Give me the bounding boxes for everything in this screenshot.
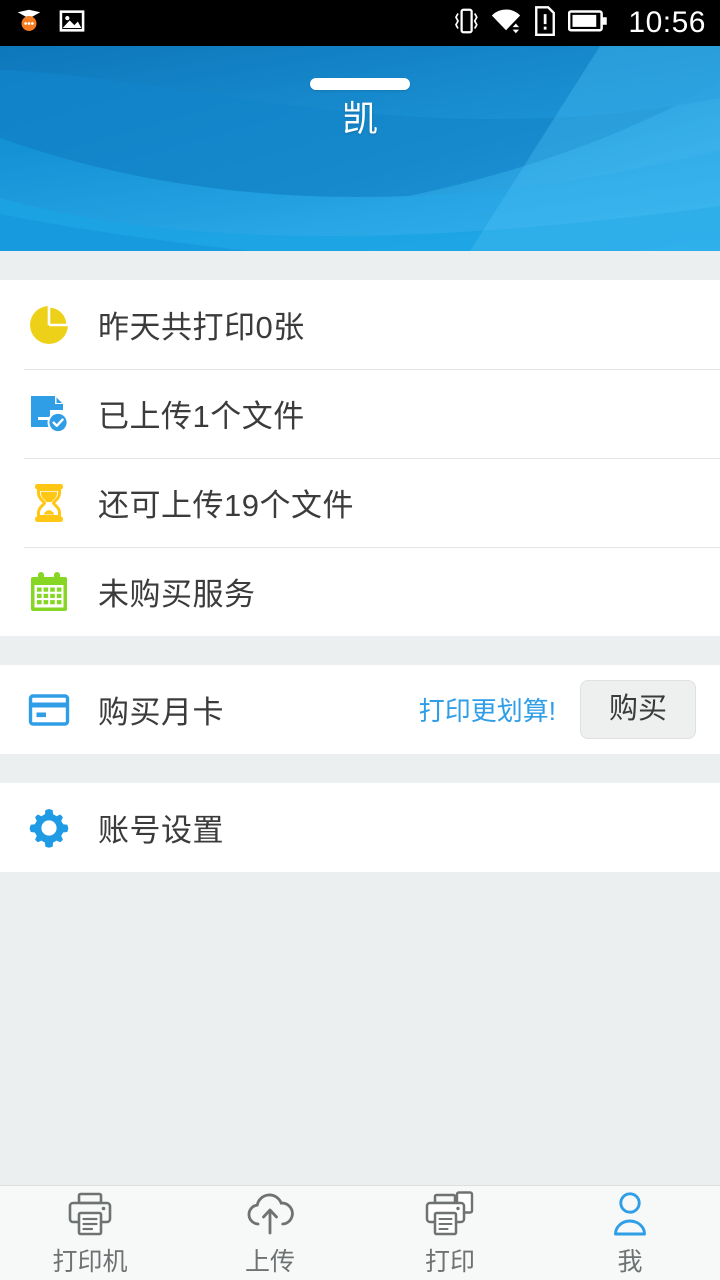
promo-text: 打印更划算! (418, 696, 556, 726)
stat-label: 还可上传19个文件 (98, 488, 354, 523)
hourglass-icon (24, 478, 74, 528)
purchase-label: 购买月卡 (98, 695, 224, 730)
section-gap-top (0, 251, 720, 280)
gear-icon (24, 803, 74, 853)
settings-section: 账号设置 (0, 783, 720, 872)
tab-printer[interactable]: 打印机 (0, 1186, 180, 1280)
vibrate-icon (453, 6, 479, 41)
status-bar-right-icons: 10:56 (453, 5, 706, 41)
sim-alert-icon (533, 5, 557, 41)
bottom-tab-bar: 打印机 上传 打印 我 (0, 1185, 720, 1280)
battery-icon (568, 9, 608, 38)
stat-label: 昨天共打印0张 (98, 310, 305, 345)
calendar-icon (24, 567, 74, 617)
tab-upload[interactable]: 上传 (180, 1186, 360, 1280)
pie-chart-icon (24, 300, 74, 350)
stat-row-service-status[interactable]: 未购买服务 (0, 547, 720, 636)
settings-label: 账号设置 (98, 813, 224, 848)
cloud-upload-icon (243, 1189, 297, 1237)
tab-label: 我 (617, 1247, 643, 1276)
tab-me[interactable]: 我 (540, 1186, 720, 1280)
status-bar: 10:56 (0, 0, 720, 46)
status-bar-clock: 10:56 (628, 6, 706, 39)
wifi-icon (490, 7, 522, 40)
section-gap-purchase (0, 636, 720, 665)
credit-card-icon (24, 685, 74, 735)
page-title: 凯 (341, 98, 378, 139)
tab-label: 上传 (244, 1247, 295, 1276)
account-settings-row[interactable]: 账号设置 (0, 783, 720, 872)
stat-row-uploaded-files[interactable]: 已上传1个文件 (0, 369, 720, 458)
document-check-icon (24, 389, 74, 439)
person-icon (607, 1189, 653, 1237)
print-document-icon (423, 1189, 477, 1237)
tab-label: 打印 (424, 1247, 475, 1276)
stat-label: 已上传1个文件 (98, 399, 305, 434)
empty-area (0, 872, 720, 1185)
printer-icon (65, 1189, 115, 1237)
buy-button[interactable]: 购买 (579, 680, 696, 739)
section-gap-settings (0, 754, 720, 783)
stat-label: 未购买服务 (98, 577, 256, 612)
stats-section: 昨天共打印0张 已上传1个文件 还可上传19个文件 未购买服务 (0, 280, 720, 636)
purchase-section: 购买月卡 打印更划算! 购买 (0, 665, 720, 754)
tab-print[interactable]: 打印 (360, 1186, 540, 1280)
image-icon (58, 7, 86, 40)
name-placeholder-bar (310, 78, 410, 90)
app-screen: 10:56 凯 昨天共打印0张 已上传1个文件 还可上传19个文件 未购买服务 … (0, 0, 720, 1280)
tab-label: 打印机 (52, 1247, 128, 1276)
status-bar-left-icons (14, 6, 86, 41)
profile-header-banner: 凯 (0, 46, 720, 251)
stat-row-printed-yesterday[interactable]: 昨天共打印0张 (0, 280, 720, 369)
owl-notification-icon (14, 6, 44, 41)
purchase-monthly-card-row[interactable]: 购买月卡 打印更划算! 购买 (0, 665, 720, 754)
stat-row-remaining-uploads[interactable]: 还可上传19个文件 (0, 458, 720, 547)
